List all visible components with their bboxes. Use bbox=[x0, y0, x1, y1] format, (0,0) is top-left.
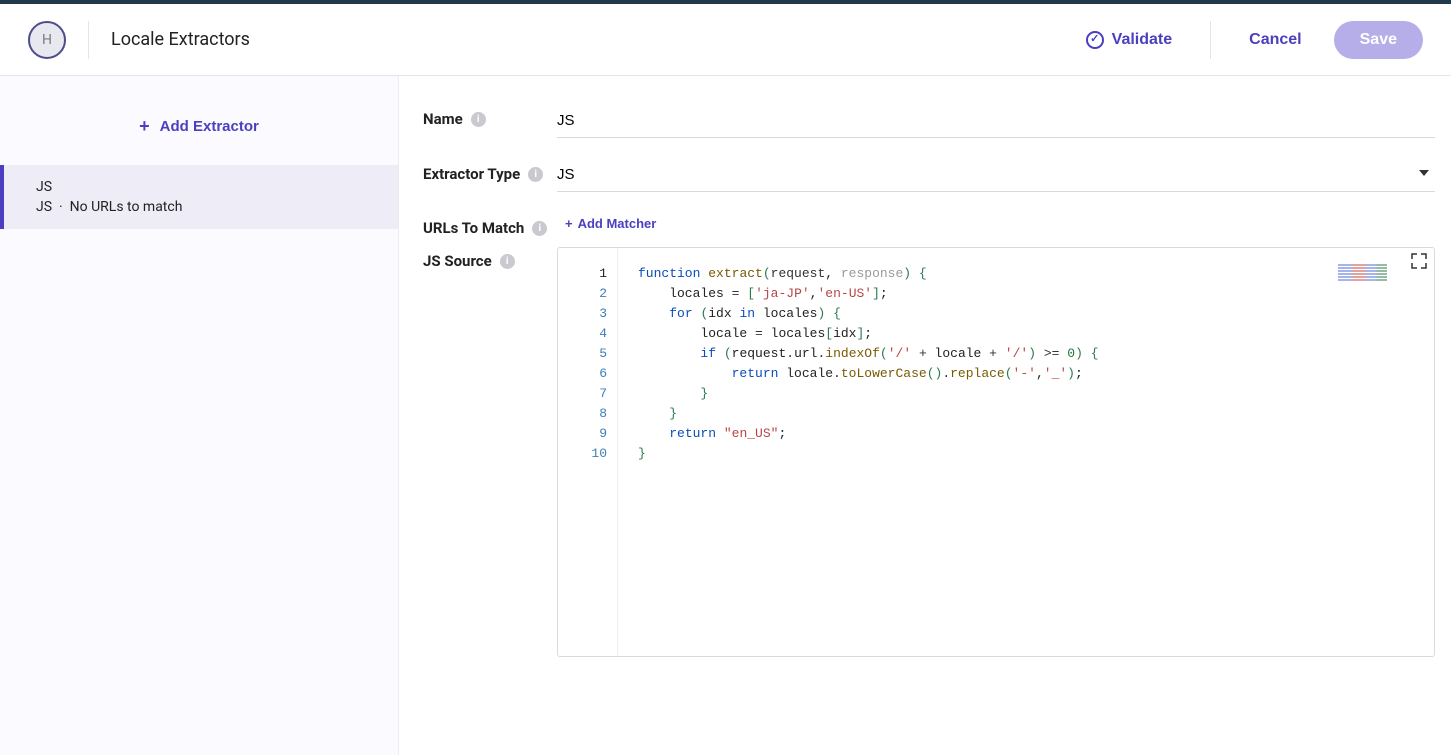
line-number: 8 bbox=[558, 404, 607, 424]
plus-icon: + bbox=[565, 216, 573, 231]
line-number: 4 bbox=[558, 324, 607, 344]
js-source-label-text: JS Source bbox=[423, 251, 492, 272]
line-number: 10 bbox=[558, 444, 607, 464]
form-row-urls-to-match: URLs To Match i + Add Matcher bbox=[423, 214, 1435, 239]
content: Name i Extractor Type i URLs To Match i bbox=[399, 76, 1451, 755]
plus-icon: + bbox=[139, 116, 150, 137]
line-number: 3 bbox=[558, 304, 607, 324]
page-title: Locale Extractors bbox=[111, 29, 1072, 50]
extractor-list-item[interactable]: JS JS · No URLs to match bbox=[0, 165, 398, 229]
line-number: 6 bbox=[558, 364, 607, 384]
cancel-button[interactable]: Cancel bbox=[1235, 23, 1315, 57]
line-number: 7 bbox=[558, 384, 607, 404]
validate-button[interactable]: ✓ Validate bbox=[1072, 23, 1186, 57]
name-input[interactable] bbox=[557, 106, 1435, 138]
name-label: Name i bbox=[423, 106, 557, 128]
save-button[interactable]: Save bbox=[1334, 21, 1423, 59]
add-matcher-label: Add Matcher bbox=[578, 216, 657, 231]
extractor-type-label: Extractor Type i bbox=[423, 160, 557, 185]
js-source-field: 1 2 3 4 5 6 7 8 9 10 function extract(re… bbox=[557, 247, 1435, 657]
form-row-js-source: JS Source i 1 2 3 4 5 6 7 8 bbox=[423, 247, 1435, 657]
extractor-item-meta: JS · No URLs to match bbox=[36, 199, 378, 215]
avatar-letter: H bbox=[42, 32, 52, 48]
line-number: 2 bbox=[558, 284, 607, 304]
info-icon[interactable]: i bbox=[528, 167, 543, 182]
info-icon[interactable]: i bbox=[532, 221, 547, 236]
line-number: 1 bbox=[558, 264, 607, 284]
add-matcher-button[interactable]: + Add Matcher bbox=[557, 214, 664, 233]
urls-to-match-label-text: URLs To Match bbox=[423, 218, 524, 239]
extractor-item-name: JS bbox=[36, 179, 378, 195]
meta-separator: · bbox=[59, 199, 63, 215]
extractor-item-status: No URLs to match bbox=[70, 199, 183, 215]
name-label-text: Name bbox=[423, 110, 463, 128]
header: H Locale Extractors ✓ Validate Cancel Sa… bbox=[0, 4, 1451, 76]
line-number: 9 bbox=[558, 424, 607, 444]
cancel-label: Cancel bbox=[1249, 31, 1301, 49]
sidebar: + Add Extractor JS JS · No URLs to match bbox=[0, 76, 399, 755]
body: + Add Extractor JS JS · No URLs to match… bbox=[0, 76, 1451, 755]
line-number: 5 bbox=[558, 344, 607, 364]
urls-to-match-label: URLs To Match i bbox=[423, 214, 557, 239]
code-lines[interactable]: function extract(request, response) { lo… bbox=[618, 248, 1434, 656]
name-field bbox=[557, 106, 1435, 138]
info-icon[interactable]: i bbox=[500, 254, 515, 269]
code-gutter: 1 2 3 4 5 6 7 8 9 10 bbox=[558, 248, 618, 656]
extractor-type-select[interactable] bbox=[557, 160, 1435, 192]
save-label: Save bbox=[1360, 31, 1397, 49]
extractor-type-field bbox=[557, 160, 1435, 192]
avatar[interactable]: H bbox=[28, 21, 66, 59]
expand-icon[interactable] bbox=[1411, 253, 1429, 271]
add-extractor-button[interactable]: + Add Extractor bbox=[0, 106, 398, 165]
validate-label: Validate bbox=[1112, 31, 1172, 49]
extractor-type-label-text: Extractor Type bbox=[423, 164, 520, 185]
urls-to-match-field: + Add Matcher bbox=[557, 214, 1435, 233]
header-separator bbox=[88, 21, 89, 59]
js-source-label: JS Source i bbox=[423, 247, 557, 272]
extractor-item-type: JS bbox=[36, 199, 52, 215]
form-row-extractor-type: Extractor Type i bbox=[423, 160, 1435, 192]
header-separator-2 bbox=[1210, 21, 1211, 59]
header-actions: ✓ Validate Cancel Save bbox=[1072, 21, 1423, 59]
code-editor[interactable]: 1 2 3 4 5 6 7 8 9 10 function extract(re… bbox=[557, 247, 1435, 657]
form-row-name: Name i bbox=[423, 106, 1435, 138]
check-circle-icon: ✓ bbox=[1086, 31, 1104, 49]
info-icon[interactable]: i bbox=[471, 112, 486, 127]
add-extractor-label: Add Extractor bbox=[160, 118, 259, 135]
